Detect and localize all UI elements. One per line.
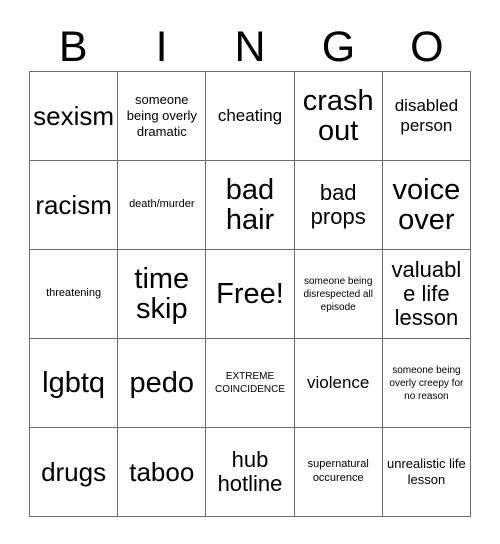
bingo-cell-label: hub hotline — [217, 446, 283, 496]
bingo-cell-label: bad props — [310, 179, 366, 229]
bingo-cell-r3c4[interactable]: someone being disrespected all episode — [294, 250, 383, 339]
bingo-cell-label: threatening — [46, 287, 102, 300]
bingo-cell-label: EXTREME COINCIDENCE — [214, 371, 285, 395]
bingo-cell-r1c3[interactable]: cheating — [206, 72, 295, 161]
bingo-cell-label: crash out — [302, 84, 374, 147]
bingo-cell-label: taboo — [129, 456, 195, 487]
bingo-cell-r3c5[interactable]: valuable life lesson — [382, 250, 471, 339]
bingo-cell-r5c5[interactable]: unrealistic life lesson — [382, 428, 471, 517]
bingo-cell-r1c4[interactable]: crash out — [294, 72, 383, 161]
bingo-header-letter-b: B — [58, 23, 88, 71]
bingo-cell-r4c4[interactable]: violence — [294, 339, 383, 428]
bingo-cell-label: racism — [35, 189, 112, 220]
bingo-cell-r5c4[interactable]: supernatural occurence — [294, 428, 383, 517]
bingo-cell-r4c5[interactable]: someone being overly creepy for no reaso… — [382, 339, 471, 428]
bingo-header-letter-g: G — [321, 23, 356, 71]
bingo-cell-label: pedo — [129, 366, 195, 399]
bingo-cell-label: voice over — [392, 173, 461, 236]
bingo-header-letter-i: I — [155, 23, 168, 71]
bingo-cell-label: someone being overly dramatic — [126, 92, 197, 139]
bingo-cell-label: Free! — [216, 277, 284, 310]
bingo-cell-label: disabled person — [394, 96, 459, 135]
bingo-cell-r2c3[interactable]: bad hair — [206, 161, 295, 250]
bingo-cell-label: lgbtq — [42, 366, 106, 399]
bingo-cell-r4c3[interactable]: EXTREME COINCIDENCE — [206, 339, 295, 428]
bingo-free-space[interactable]: Free! — [206, 250, 295, 339]
bingo-cell-label: someone being disrespected all episode — [303, 275, 373, 313]
bingo-card: B I N G O sexism someone being overly dramati… — [0, 0, 500, 544]
bingo-grid: sexism someone being overly dramatic cheat… — [29, 71, 471, 517]
bingo-cell-label: drugs — [41, 456, 107, 487]
bingo-cell-label: unrealistic life lesson — [387, 456, 466, 487]
bingo-cell-r2c4[interactable]: bad props — [294, 161, 383, 250]
bingo-cell-r4c2[interactable]: pedo — [118, 339, 207, 428]
bingo-cell-r5c1[interactable]: drugs — [30, 428, 119, 517]
bingo-cell-r5c3[interactable]: hub hotline — [206, 428, 295, 517]
bingo-header-row: BINGO — [29, 16, 471, 71]
bingo-header-letter-o: O — [410, 23, 444, 71]
bingo-cell-r3c1[interactable]: threatening — [30, 250, 119, 339]
bingo-cell-r4c1[interactable]: lgbtq — [30, 339, 119, 428]
bingo-cell-label: death/murder — [129, 198, 195, 211]
bingo-cell-r2c2[interactable]: death/murder — [118, 161, 207, 250]
bingo-cell-r2c1[interactable]: racism — [30, 161, 119, 250]
bingo-cell-r2c5[interactable]: voice over — [382, 161, 471, 250]
bingo-cell-label: supernatural occurence — [307, 458, 369, 484]
bingo-cell-label: time skip — [134, 262, 190, 325]
bingo-cell-r5c2[interactable]: taboo — [118, 428, 207, 517]
bingo-cell-r1c5[interactable]: disabled person — [382, 72, 471, 161]
bingo-header-letter-n: N — [234, 23, 266, 71]
bingo-cell-label: violence — [307, 373, 370, 393]
bingo-cell-label: someone being overly creepy for no reaso… — [389, 364, 464, 402]
bingo-cell-label: cheating — [217, 106, 283, 126]
bingo-cell-r1c2[interactable]: someone being overly dramatic — [118, 72, 207, 161]
bingo-cell-label: sexism — [33, 100, 115, 131]
bingo-cell-label: bad hair — [225, 173, 275, 236]
bingo-cell-label: valuable life lesson — [391, 256, 462, 331]
bingo-cell-r1c1[interactable]: sexism — [30, 72, 119, 161]
bingo-cell-r3c2[interactable]: time skip — [118, 250, 207, 339]
